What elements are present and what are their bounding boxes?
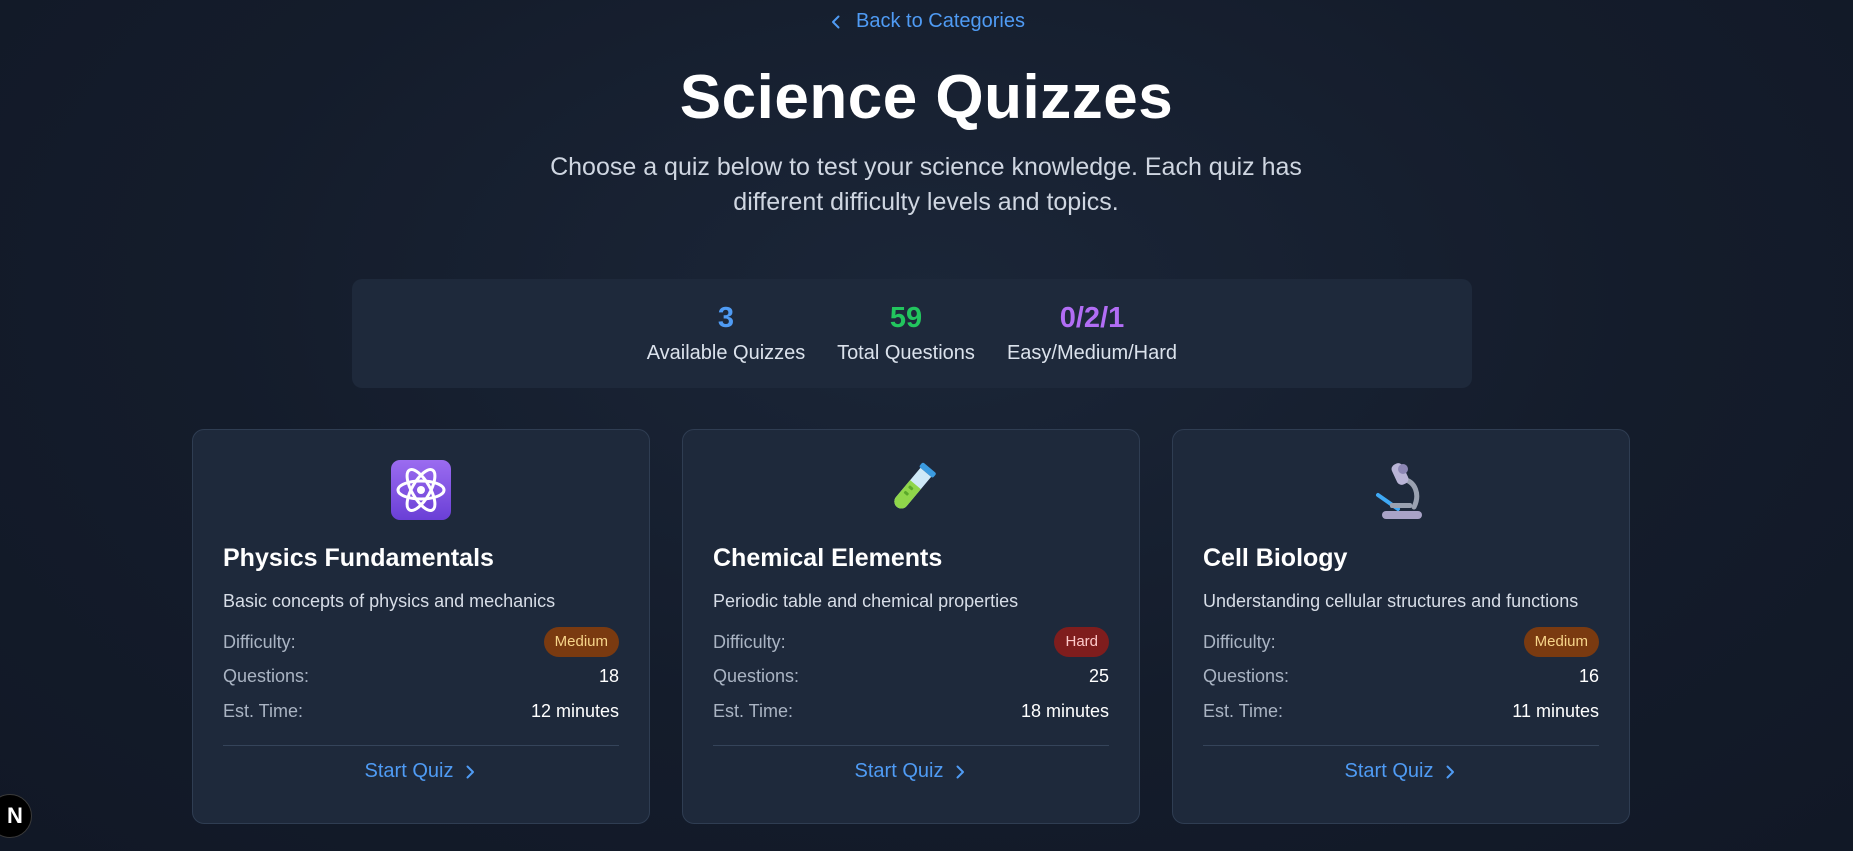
quiz-description: Basic concepts of physics and mechanics: [223, 591, 556, 611]
divider: [1203, 745, 1599, 746]
start-quiz-button[interactable]: Start Quiz: [223, 760, 619, 783]
divider: [713, 745, 1109, 746]
time-label: Est. Time:: [1203, 700, 1284, 721]
quiz-card-biology[interactable]: Cell Biology Understanding cellular stru…: [1172, 429, 1630, 824]
quiz-card-physics[interactable]: Physics Fundamentals Basic concepts of p…: [192, 429, 650, 824]
chevron-right-icon: [1446, 765, 1455, 778]
stat-total-questions: 59 Total Questions: [836, 301, 976, 365]
questions-label: Questions:: [1203, 665, 1290, 686]
difficulty-badge: Hard: [1054, 627, 1109, 657]
atom-icon: [391, 460, 451, 520]
start-quiz-button[interactable]: Start Quiz: [1203, 760, 1599, 783]
time-value: 12 minutes: [530, 700, 619, 721]
quiz-title: Physics Fundamentals: [223, 544, 494, 572]
start-quiz-label: Start Quiz: [1344, 760, 1434, 782]
stat-label: Total Questions: [837, 342, 975, 364]
questions-count: 25: [1088, 665, 1109, 686]
quiz-description: Periodic table and chemical properties: [713, 591, 1019, 611]
questions-row: Questions: 18: [223, 664, 619, 688]
back-label: Back to Categories: [856, 10, 1025, 32]
test-tube-icon: [894, 462, 936, 509]
page-title: Science Quizzes: [679, 63, 1174, 132]
difficulty-label: Difficulty:: [713, 631, 786, 652]
back-to-categories-link[interactable]: Back to Categories: [0, 10, 1853, 33]
time-label: Est. Time:: [713, 700, 794, 721]
stats-panel: 3 Available Quizzes 59 Total Questions 0…: [352, 279, 1472, 388]
difficulty-row: Difficulty: Hard: [713, 627, 1109, 657]
questions-row: Questions: 25: [713, 664, 1109, 688]
quiz-title: Cell Biology: [1203, 544, 1348, 572]
difficulty-row: Difficulty: Medium: [1203, 627, 1599, 657]
microscope-icon: [1376, 463, 1422, 519]
time-row: Est. Time: 18 minutes: [713, 699, 1109, 723]
stat-available-quizzes: 3 Available Quizzes: [646, 301, 806, 365]
quiz-title: Chemical Elements: [713, 544, 943, 572]
floating-n-logo-button[interactable]: N: [0, 794, 32, 838]
start-quiz-label: Start Quiz: [364, 760, 454, 782]
difficulty-badge: Medium: [543, 627, 619, 657]
time-value: 11 minutes: [1512, 700, 1599, 721]
stat-label: Easy/Medium/Hard: [1006, 342, 1178, 364]
difficulty-row: Difficulty: Medium: [223, 627, 619, 657]
time-row: Est. Time: 11 minutes: [1203, 699, 1599, 723]
questions-label: Questions:: [223, 665, 310, 686]
n-logo-letter: N: [7, 803, 23, 828]
stat-value: 3: [717, 302, 735, 334]
time-row: Est. Time: 12 minutes: [223, 699, 619, 723]
quiz-description: Understanding cellular structures and fu…: [1203, 591, 1579, 611]
chevron-right-icon: [466, 765, 475, 778]
questions-label: Questions:: [713, 665, 800, 686]
questions-count: 16: [1578, 665, 1599, 686]
difficulty-label: Difficulty:: [1203, 631, 1276, 652]
quiz-card-chemistry[interactable]: Chemical Elements Periodic table and che…: [682, 429, 1140, 824]
difficulty-label: Difficulty:: [223, 631, 296, 652]
divider: [223, 745, 619, 746]
stat-value: 0/2/1: [1059, 302, 1125, 334]
stat-difficulty-split: 0/2/1 Easy/Medium/Hard: [1006, 301, 1178, 365]
stat-value: 59: [889, 302, 923, 334]
chevron-right-icon: [956, 765, 965, 778]
start-quiz-label: Start Quiz: [854, 760, 944, 782]
stat-label: Available Quizzes: [646, 342, 806, 364]
chevron-left-icon: [832, 15, 840, 28]
time-value: 18 minutes: [1020, 700, 1109, 721]
time-label: Est. Time:: [223, 700, 304, 721]
page-subtitle: Choose a quiz below to test your science…: [550, 153, 1302, 216]
start-quiz-button[interactable]: Start Quiz: [713, 760, 1109, 783]
questions-count: 18: [598, 665, 619, 686]
questions-row: Questions: 16: [1203, 664, 1599, 688]
difficulty-badge: Medium: [1523, 627, 1599, 657]
